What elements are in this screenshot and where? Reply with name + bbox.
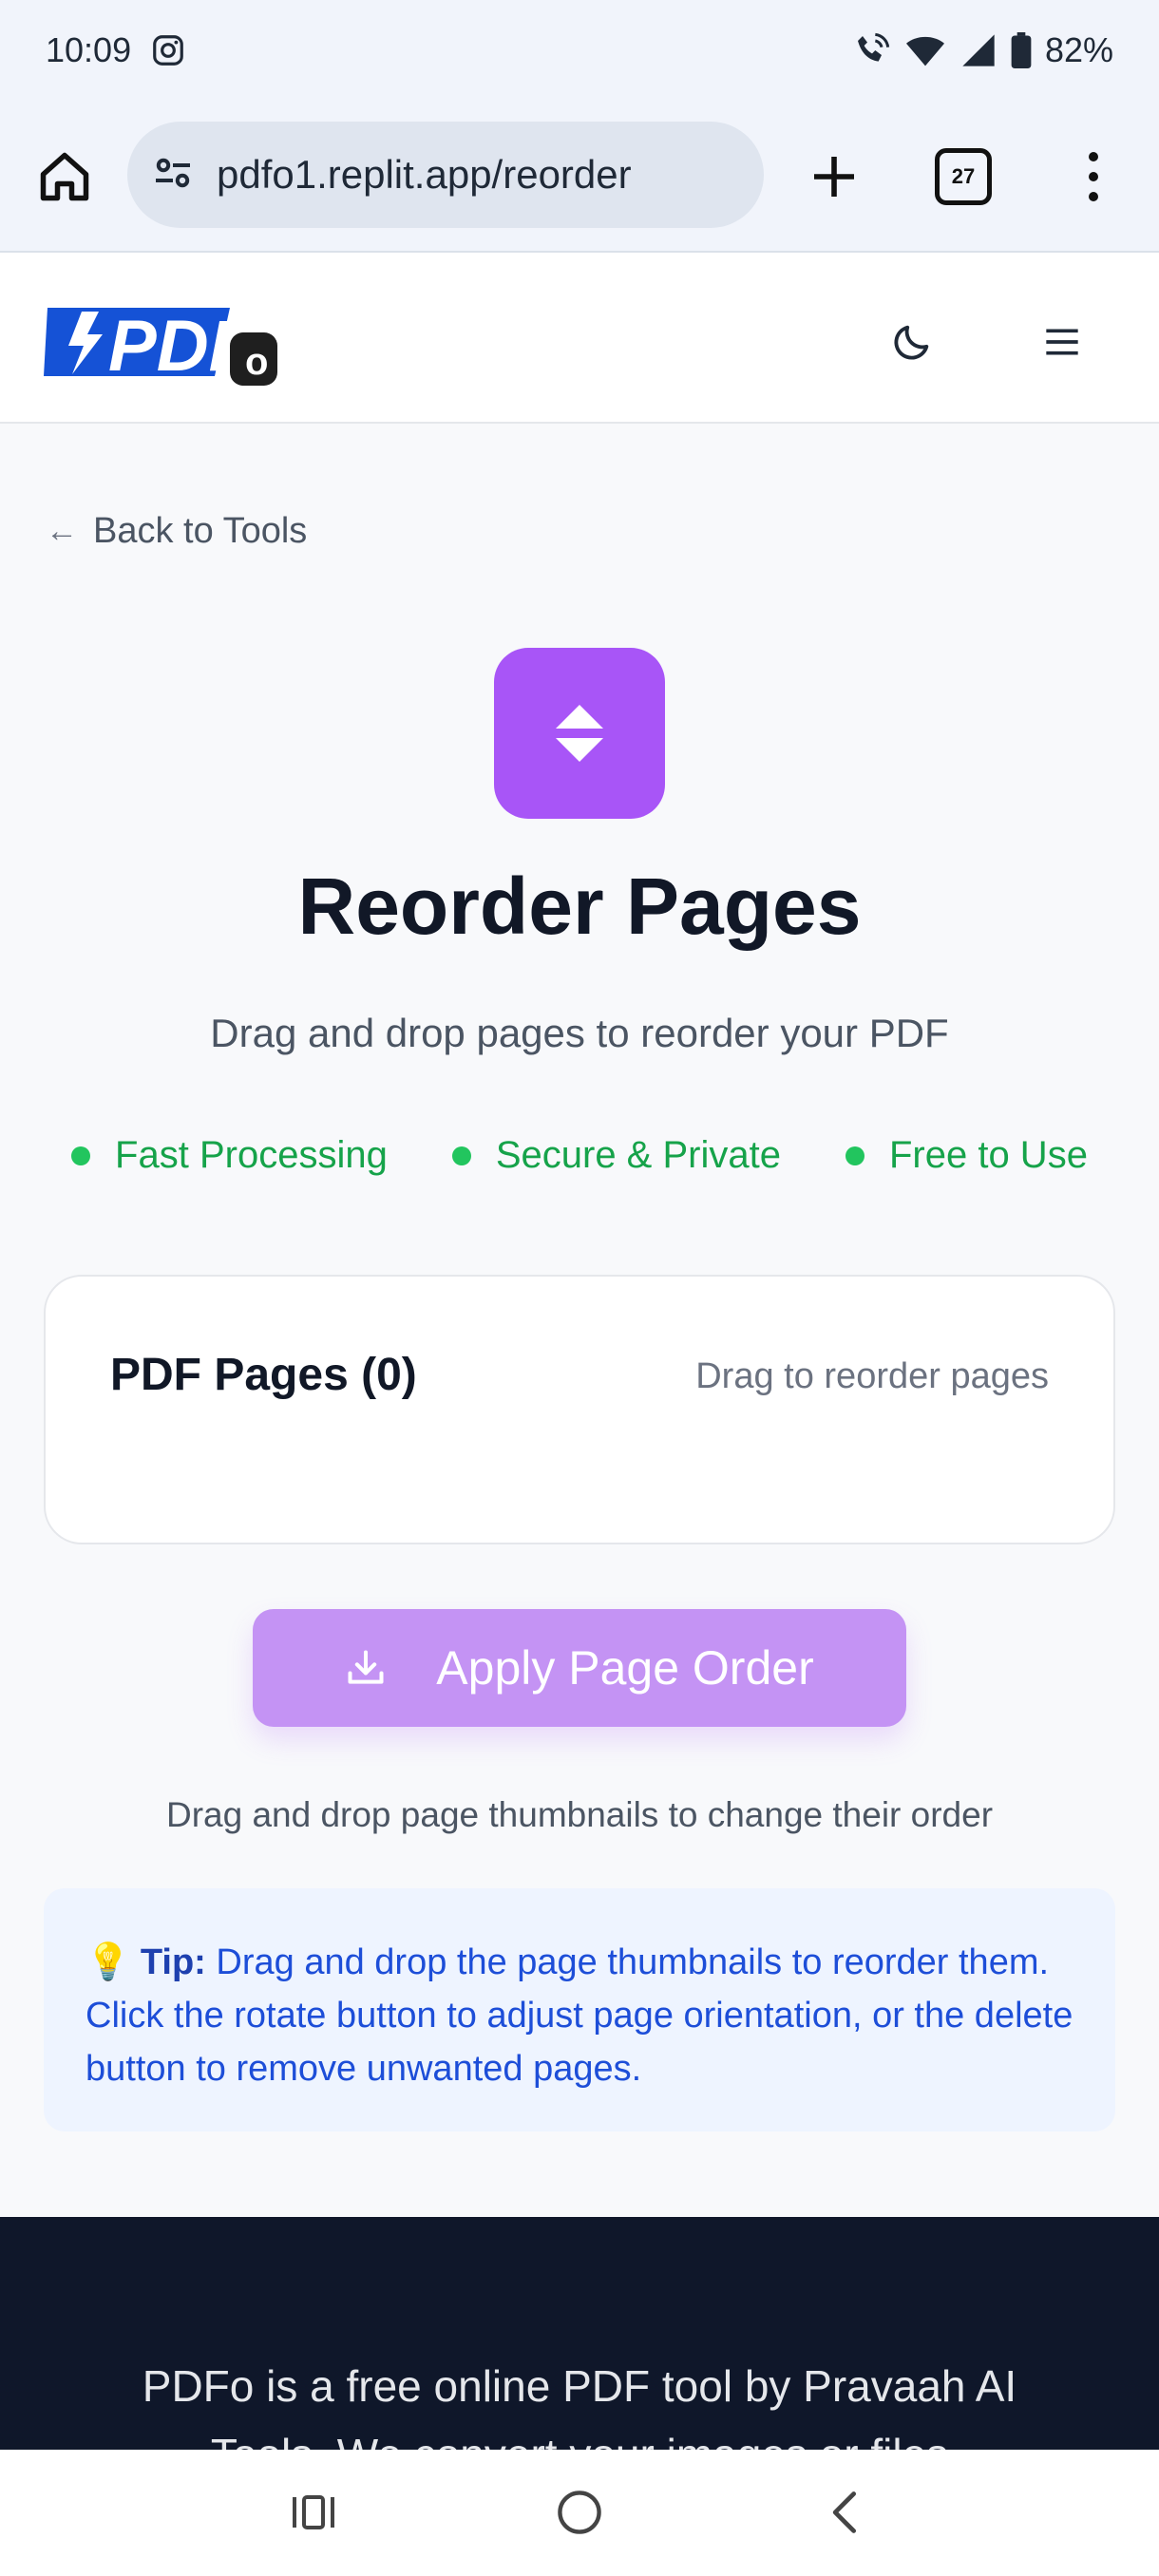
recent-apps-icon: [293, 2495, 334, 2529]
tabs-button[interactable]: 27: [935, 148, 992, 205]
signal-icon: [960, 31, 998, 69]
footer-description: PDFo is a free online PDF tool by Pravaa…: [142, 2361, 1017, 2411]
status-right: 82%: [853, 30, 1113, 70]
home-circle-icon: [558, 2491, 601, 2534]
site-footer: PDFo is a free online PDF tool by Pravaa…: [0, 2217, 1159, 2450]
instagram-icon: [150, 32, 186, 68]
home-icon: [40, 152, 89, 201]
drag-hint: Drag to reorder pages: [695, 1356, 1049, 1396]
page-subtitle: Drag and drop pages to reorder your PDF: [210, 1011, 949, 1055]
green-dot-icon: [845, 1146, 864, 1165]
apply-hint: Drag and drop page thumbnails to change …: [165, 1795, 994, 1834]
status-left: 10:09: [46, 30, 186, 70]
feature-label: Fast Processing: [115, 1134, 388, 1176]
download-icon: [345, 1647, 387, 1689]
pdf-pages-card: PDF Pages (0) Drag to reorder pages: [44, 1275, 1115, 1544]
home-button[interactable]: [34, 146, 95, 207]
back-chevron-icon: [832, 2491, 857, 2533]
page-title: Reorder Pages: [297, 862, 862, 951]
menu-icon: [1046, 329, 1078, 355]
status-time: 10:09: [46, 30, 132, 69]
recent-apps-button[interactable]: [285, 2484, 342, 2541]
app-header: PDF o: [0, 253, 1159, 424]
status-bar: 10:09 82%: [0, 0, 1159, 101]
browser-toolbar: pdfo1.replit.app/reorder 27: [0, 101, 1159, 253]
system-nav-bar: [0, 2450, 1159, 2576]
tip-box: 💡 Tip: Drag and drop the page thumbnails…: [44, 1888, 1115, 2131]
site-settings-icon[interactable]: [150, 150, 196, 200]
tab-count: 27: [951, 164, 976, 188]
more-icon[interactable]: [1070, 146, 1117, 207]
tip-text: Drag and drop the page thumbnails to reo…: [86, 1942, 1074, 2089]
logo-badge: o: [245, 341, 268, 383]
feature-item: Secure & Private: [451, 1134, 781, 1177]
feature-item: Fast Processing: [71, 1134, 388, 1177]
apply-page-order-button[interactable]: Apply Page Order: [253, 1609, 906, 1727]
new-tab-button[interactable]: [800, 139, 868, 215]
wifi-icon: [904, 31, 946, 69]
url-text[interactable]: pdfo1.replit.app/reorder: [217, 152, 632, 198]
back-nav-button[interactable]: [817, 2484, 874, 2541]
moon-icon: [894, 325, 929, 360]
pdfo-logo[interactable]: PDF o: [44, 294, 283, 389]
lightbulb-icon: 💡: [86, 1942, 131, 1982]
back-to-tools-link[interactable]: ← Back to Tools: [46, 511, 307, 552]
sort-arrows-icon: [556, 705, 603, 762]
feature-label: Secure & Private: [495, 1134, 781, 1176]
home-nav-button[interactable]: [551, 2484, 608, 2541]
tip-label: Tip:: [140, 1942, 206, 1982]
green-dot-icon: [451, 1146, 471, 1165]
arrow-left-icon: ←: [46, 513, 78, 549]
green-dot-icon: [71, 1146, 91, 1165]
menu-button[interactable]: [1034, 313, 1091, 370]
feature-label: Free to Use: [888, 1134, 1088, 1176]
apply-button-label: Apply Page Order: [436, 1641, 814, 1695]
reorder-tool-icon: [494, 648, 665, 819]
theme-toggle-button[interactable]: [884, 313, 940, 370]
feature-list: Fast Processing Secure & Private Free to…: [0, 1134, 1159, 1177]
feature-item: Free to Use: [845, 1134, 1088, 1177]
pdf-pages-title: PDF Pages (0): [110, 1350, 417, 1400]
wifi-call-icon: [853, 31, 891, 69]
address-bar[interactable]: pdfo1.replit.app/reorder: [127, 122, 764, 228]
battery-percent: 82%: [1044, 30, 1113, 69]
footer-description-cont: Tools. We convert your images or files: [0, 2420, 1159, 2450]
new-tab-icon: [814, 157, 854, 197]
back-link-label: Back to Tools: [93, 511, 308, 551]
battery-icon: [1011, 32, 1032, 68]
